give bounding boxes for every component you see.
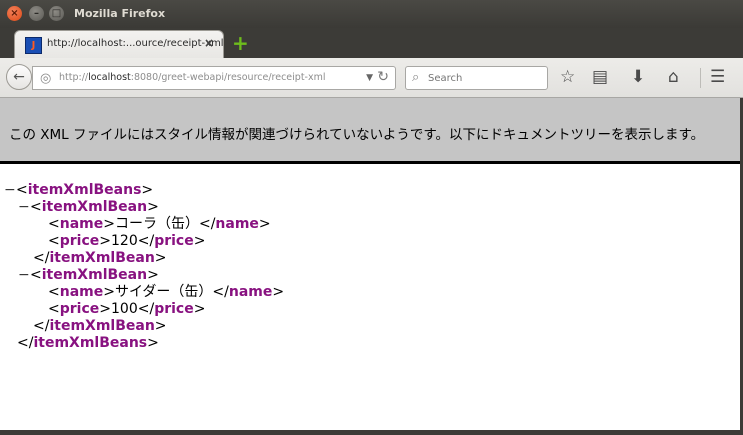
xml-name-element: <name>コーラ（缶）</name> — [48, 216, 271, 232]
search-icon: ⌕ — [412, 70, 420, 85]
xml-item-close: </itemXmlBean> — [33, 250, 167, 266]
xml-price-element: <price>120</price> — [48, 233, 206, 249]
tab-close-icon[interactable]: × — [204, 36, 214, 50]
menu-icon[interactable]: ☰ — [710, 67, 725, 87]
url-host: localhost — [88, 72, 131, 83]
home-icon[interactable]: ⌂ — [668, 67, 679, 87]
page-content: この XML ファイルにはスタイル情報が関連づけられていないようです。以下にドキ… — [0, 98, 740, 430]
window-title: Mozilla Firefox — [74, 7, 166, 20]
back-arrow-icon: ← — [13, 69, 25, 85]
xml-tree: −<itemXmlBeans> −<itemXmlBean> <name>コーラ… — [4, 182, 284, 352]
collapse-toggle[interactable]: − — [18, 267, 30, 284]
bookmarks-list-icon[interactable]: ▤ — [592, 67, 608, 87]
tab-receipt-xml[interactable]: J http://localhost:...ource/receipt-xml … — [14, 30, 224, 58]
xml-root-close: </itemXmlBeans> — [17, 335, 159, 351]
xml-item-close: </itemXmlBean> — [33, 318, 167, 334]
xml-info-banner: この XML ファイルにはスタイル情報が関連づけられていないようです。以下にドキ… — [0, 98, 740, 164]
url-prefix: http:// — [59, 72, 89, 83]
new-tab-button[interactable]: + — [232, 33, 249, 53]
title-bar: × – □ Mozilla Firefox — [0, 0, 743, 28]
reload-icon[interactable]: ↻ — [377, 69, 389, 85]
url-text[interactable]: http://localhost:8080/greet-webapi/resou… — [59, 72, 326, 83]
window-minimize-button[interactable]: – — [29, 6, 44, 21]
status-strip — [0, 430, 743, 435]
collapse-toggle[interactable]: − — [18, 199, 30, 216]
collapse-toggle[interactable]: − — [4, 182, 16, 199]
back-button[interactable]: ← — [6, 64, 32, 90]
item-price-value: 100 — [111, 301, 138, 317]
search-bar[interactable]: ⌕ — [405, 66, 548, 90]
url-path: :8080/greet-webapi/resource/receipt-xml — [130, 72, 326, 83]
xml-item-open: −<itemXmlBean> — [18, 199, 159, 216]
xml-item-open: −<itemXmlBean> — [18, 267, 159, 284]
window-close-button[interactable]: × — [7, 6, 22, 21]
item-name-value: コーラ（缶） — [114, 216, 199, 232]
item-price-value: 120 — [111, 233, 138, 249]
xml-name-element: <name>サイダー（缶）</name> — [48, 284, 285, 300]
search-input[interactable] — [428, 70, 538, 86]
tab-title: http://localhost:...ource/receipt-xml — [47, 38, 224, 49]
downloads-icon[interactable]: ⬇ — [631, 67, 645, 87]
navigation-toolbar: ← ◎ http://localhost:8080/greet-webapi/r… — [0, 58, 743, 98]
toolbar-separator — [700, 68, 701, 88]
globe-icon: ◎ — [40, 71, 52, 86]
xml-price-element: <price>100</price> — [48, 301, 206, 317]
history-dropdown-icon[interactable]: ▼ — [366, 73, 373, 83]
item-name-value: サイダー（缶） — [114, 284, 213, 300]
bookmark-star-icon[interactable]: ☆ — [560, 67, 575, 87]
url-bar[interactable]: ◎ http://localhost:8080/greet-webapi/res… — [32, 66, 396, 90]
tab-strip: J http://localhost:...ource/receipt-xml … — [0, 28, 743, 58]
window-maximize-button[interactable]: □ — [49, 6, 64, 21]
page-favicon-icon: J — [25, 37, 42, 54]
xml-root-open: −<itemXmlBeans> — [4, 182, 154, 199]
xml-info-message: この XML ファイルにはスタイル情報が関連づけられていないようです。以下にドキ… — [9, 127, 705, 143]
